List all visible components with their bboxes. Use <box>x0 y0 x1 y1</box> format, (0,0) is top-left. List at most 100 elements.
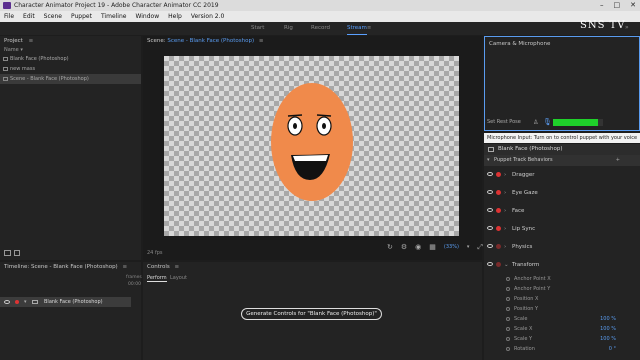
chevron-right-icon[interactable]: › <box>504 202 506 220</box>
refresh-icon[interactable]: ↻ <box>387 243 393 252</box>
eye-icon[interactable] <box>487 172 493 176</box>
panel-menu-icon[interactable]: ≡ <box>175 264 180 270</box>
chevron-right-icon[interactable]: › <box>504 238 506 256</box>
record-settings-icon[interactable]: ⚙ <box>401 243 407 252</box>
controls-panel: Controls ≡ Perform Layout Generate Contr… <box>143 262 482 360</box>
project-title: Project <box>4 38 23 44</box>
puppet-header[interactable]: Blank Face (Photoshop) <box>484 144 640 155</box>
tab-perform[interactable]: Perform <box>147 275 167 282</box>
param-value[interactable]: 0 ° <box>609 344 616 354</box>
minimize-icon[interactable]: – <box>600 0 604 11</box>
new-item-icon[interactable] <box>14 250 20 256</box>
behavior-eye-gaze[interactable]: › Eye Gaze <box>484 184 640 202</box>
puppet-face[interactable] <box>164 56 459 236</box>
eye-icon[interactable] <box>487 190 493 194</box>
tab-stream[interactable]: Stream <box>347 22 367 35</box>
camera-toggle-icon[interactable]: ♙ <box>533 119 538 126</box>
menu-puppet[interactable]: Puppet <box>71 11 92 22</box>
param-position-x[interactable]: Position X <box>484 294 640 304</box>
timeline-track[interactable]: ▾ Blank Face (Photoshop) <box>0 297 131 307</box>
project-item[interactable]: new mass <box>0 64 141 74</box>
record-arm-icon[interactable] <box>496 208 501 213</box>
set-rest-pose-button[interactable]: Set Rest Pose <box>487 119 521 125</box>
scene-panel: Scene: Scene - Blank Face (Photoshop) ≡ … <box>143 36 483 260</box>
menu-file[interactable]: File <box>4 11 14 22</box>
menu-edit[interactable]: Edit <box>23 11 35 22</box>
project-item[interactable]: Scene - Blank Face (Photoshop) <box>0 74 141 84</box>
fullscreen-icon[interactable]: ⤢ <box>477 243 483 252</box>
grid-icon[interactable]: ▦ <box>429 243 436 252</box>
record-arm-icon[interactable] <box>496 226 501 231</box>
param-scale-y[interactable]: Scale Y 100 % <box>484 334 640 344</box>
workspace-menu-icon[interactable]: ≡ <box>367 25 371 31</box>
record-arm-icon[interactable] <box>496 190 501 195</box>
chevron-down-icon[interactable]: ▾ <box>487 155 490 166</box>
chevron-down-icon[interactable]: ⌄ <box>504 256 509 274</box>
controls-title: Controls <box>147 264 170 270</box>
zoom-level[interactable]: (33%) <box>444 243 459 252</box>
close-icon[interactable]: ✕ <box>630 0 636 11</box>
param-scale[interactable]: Scale 100 % <box>484 314 640 324</box>
overflow-icon[interactable]: » <box>625 24 629 31</box>
eye-icon[interactable] <box>487 244 493 248</box>
menu-window[interactable]: Window <box>135 11 159 22</box>
param-anchor-y[interactable]: Anchor Point Y <box>484 284 640 294</box>
scene-name-link[interactable]: Scene - Blank Face (Photoshop) <box>167 38 254 44</box>
param-anchor-x[interactable]: Anchor Point X <box>484 274 640 284</box>
chevron-right-icon[interactable]: › <box>504 220 506 238</box>
audio-icon <box>3 67 8 71</box>
param-scale-x[interactable]: Scale X 100 % <box>484 324 640 334</box>
menu-version[interactable]: Version 2.0 <box>191 11 225 22</box>
chevron-right-icon[interactable]: › <box>504 184 506 202</box>
menu-scene[interactable]: Scene <box>44 11 62 22</box>
behavior-face[interactable]: › Face <box>484 202 640 220</box>
tab-record[interactable]: Record <box>311 22 330 35</box>
eye-icon[interactable] <box>487 208 493 212</box>
chevron-right-icon[interactable]: › <box>504 166 506 184</box>
behavior-physics[interactable]: › Physics <box>484 238 640 256</box>
param-value[interactable]: 100 % <box>600 324 616 334</box>
panel-menu-icon[interactable]: ≡ <box>29 38 34 44</box>
eye-icon[interactable] <box>487 262 493 266</box>
microphone-icon[interactable]: 🎙 <box>543 118 552 126</box>
project-panel: Project ≡ Name ▾ Blank Face (Photoshop) … <box>0 36 141 260</box>
param-position-y[interactable]: Position Y <box>484 304 640 314</box>
camera-icon[interactable]: ◉ <box>415 243 421 252</box>
tab-layout[interactable]: Layout <box>170 275 187 281</box>
puppet-icon <box>32 300 38 304</box>
tab-rig[interactable]: Rig <box>284 22 293 35</box>
chevron-down-icon[interactable]: ▾ <box>24 297 27 307</box>
menu-help[interactable]: Help <box>168 11 182 22</box>
record-arm-icon[interactable] <box>496 244 501 249</box>
chevron-down-icon[interactable]: ▾ <box>467 243 470 252</box>
record-arm-icon[interactable] <box>15 300 19 304</box>
param-value[interactable]: 100 % <box>600 334 616 344</box>
project-item[interactable]: Blank Face (Photoshop) <box>0 54 141 64</box>
record-arm-icon[interactable] <box>496 262 501 267</box>
panel-menu-icon[interactable]: ≡ <box>259 38 264 44</box>
controls-panel-header: Controls ≡ <box>143 262 482 272</box>
mic-level-fill <box>553 119 598 126</box>
menu-timeline[interactable]: Timeline <box>101 11 127 22</box>
menu-bar: File Edit Scene Puppet Timeline Window H… <box>0 11 640 22</box>
tab-start[interactable]: Start <box>251 22 264 35</box>
add-behavior-icon[interactable]: + <box>616 155 620 166</box>
panel-menu-icon[interactable]: ≡ <box>122 264 127 270</box>
track-behaviors-header[interactable]: ▾ Puppet Track Behaviors + <box>484 155 640 166</box>
behavior-transform[interactable]: ⌄ Transform <box>484 256 640 274</box>
watermark: SNS TV <box>580 20 626 31</box>
param-value[interactable]: 100 % <box>600 314 616 324</box>
record-arm-icon[interactable] <box>496 172 501 177</box>
behavior-dragger[interactable]: › Dragger <box>484 166 640 184</box>
generate-controls-button[interactable]: Generate Controls for "Blank Face (Photo… <box>241 308 382 320</box>
eye-icon[interactable] <box>4 300 10 304</box>
eye-icon[interactable] <box>487 226 493 230</box>
behavior-lip-sync[interactable]: › Lip Sync <box>484 220 640 238</box>
maximize-icon[interactable]: □ <box>614 0 621 11</box>
puppet-icon <box>3 57 8 61</box>
scene-canvas[interactable] <box>164 56 459 236</box>
name-column-header[interactable]: Name ▾ <box>0 46 141 54</box>
folder-icon[interactable] <box>4 250 11 256</box>
puppet-icon <box>488 147 494 152</box>
param-rotation[interactable]: Rotation 0 ° <box>484 344 640 354</box>
